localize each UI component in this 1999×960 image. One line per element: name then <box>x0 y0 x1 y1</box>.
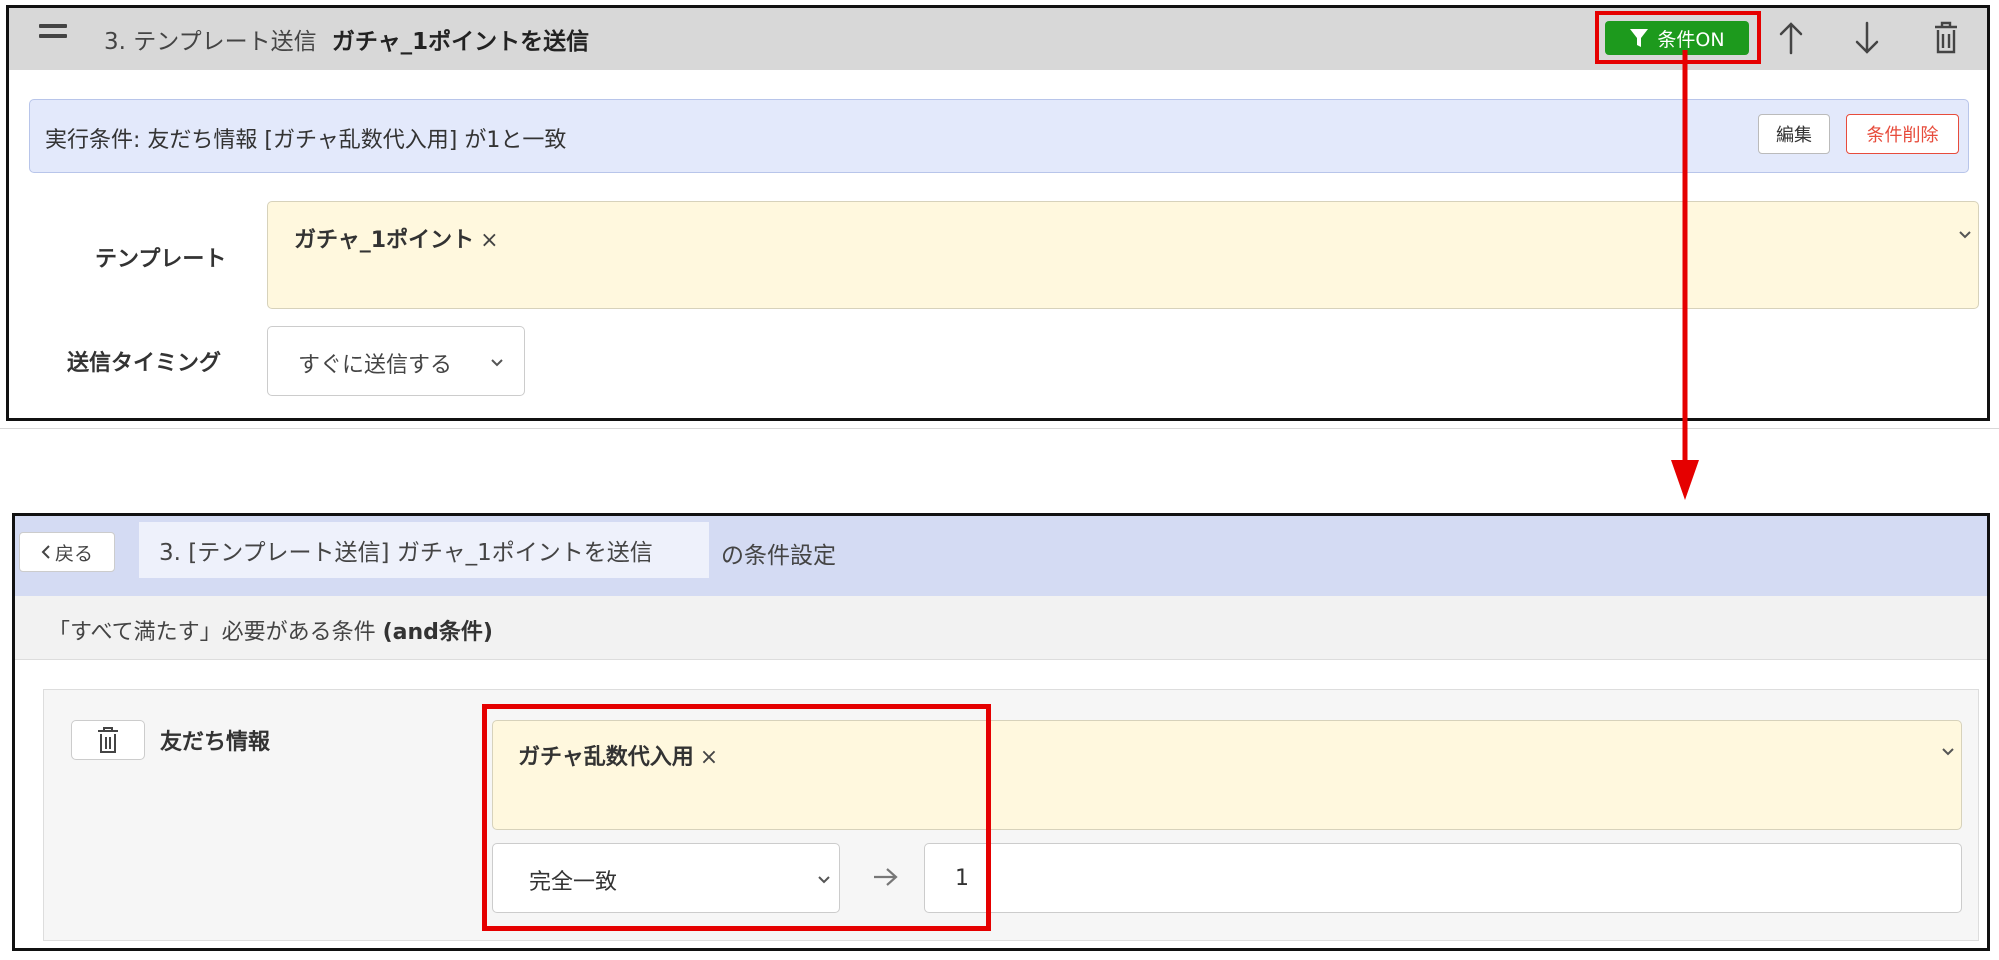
step-number: 3. <box>104 29 126 55</box>
timing-label: 送信タイミング <box>67 351 222 376</box>
trash-icon <box>98 727 118 753</box>
delete-condition-row-button[interactable] <box>71 720 145 760</box>
template-tag: ガチャ_1ポイント × <box>294 222 499 254</box>
step-title: 3. テンプレート送信 ガチャ_1ポイントを送信 <box>104 22 589 56</box>
chevron-down-icon <box>491 359 503 367</box>
template-select[interactable]: ガチャ_1ポイント × <box>267 201 1979 309</box>
highlight-box <box>482 704 991 931</box>
hamburger-icon[interactable] <box>39 24 67 38</box>
condition-setting-suffix: の条件設定 <box>721 543 836 569</box>
condition-settings-header: 戻る 3. [テンプレート送信] ガチャ_1ポイントを送信 の条件設定 <box>15 516 1987 596</box>
and-condition-prefix: 「すべて満たす」必要がある条件 <box>48 620 383 645</box>
arrow-up-icon[interactable] <box>1775 20 1807 56</box>
condition-row: 友だち情報 ガチャ乱数代入用 × 完全一致 <box>43 689 1979 941</box>
condition-value-input[interactable] <box>924 843 1962 913</box>
condition-settings-panel: 戻る 3. [テンプレート送信] ガチャ_1ポイントを送信 の条件設定 「すべて… <box>12 513 1990 951</box>
arrow-down-icon[interactable] <box>1851 20 1883 56</box>
condition-type-label: 友だち情報 <box>160 730 271 755</box>
timing-value: すぐに送信する <box>298 353 453 378</box>
and-condition-text: 「すべて満たす」必要がある条件 (and条件) <box>48 614 493 646</box>
template-label: テンプレート <box>95 247 227 272</box>
chevron-down-icon <box>1959 231 1971 239</box>
condition-target-name: 3. [テンプレート送信] ガチャ_1ポイントを送信 <box>139 522 709 578</box>
step-action: テンプレート送信 <box>133 29 317 55</box>
chevron-left-icon <box>41 545 50 559</box>
red-connector-arrow <box>1671 50 1699 500</box>
template-tag-label: ガチャ_1ポイント <box>294 228 475 253</box>
and-condition-bar: 「すべて満たす」必要がある条件 (and条件) <box>15 596 1987 660</box>
condition-on-label: 条件ON <box>1657 28 1725 51</box>
execution-condition-text: 実行条件: 友だち情報 [ガチャ乱数代入用] が1と一致 <box>45 128 567 153</box>
filter-icon <box>1630 29 1649 47</box>
trash-icon[interactable] <box>1930 20 1962 56</box>
remove-tag-icon[interactable]: × <box>480 228 498 253</box>
chevron-down-icon <box>1942 748 1954 756</box>
delete-condition-button[interactable]: 条件削除 <box>1846 114 1959 154</box>
and-condition-type: (and条件) <box>382 620 493 645</box>
edit-condition-button[interactable]: 編集 <box>1758 114 1830 154</box>
back-label: 戻る <box>54 542 93 565</box>
timing-select[interactable]: すぐに送信する <box>267 326 525 396</box>
back-button[interactable]: 戻る <box>19 532 115 572</box>
step-name: ガチャ_1ポイントを送信 <box>331 29 590 55</box>
